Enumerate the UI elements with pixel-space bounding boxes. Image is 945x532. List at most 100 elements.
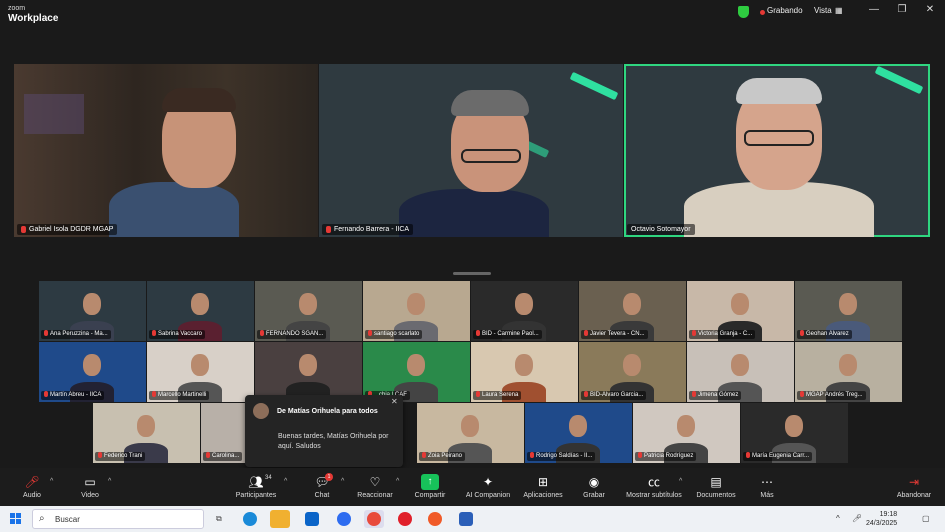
chat-message: Buenas tardes, Matías Orihuela por aquí.… [278,433,389,450]
chrome-icon[interactable] [364,510,384,528]
file-explorer-icon[interactable] [270,510,290,528]
mic-muted-icon [260,330,264,337]
outlook-icon[interactable] [302,510,322,528]
taskbar-search-input[interactable]: ⌕ Buscar [32,509,204,529]
brave-icon[interactable] [425,510,445,528]
participant-tile[interactable]: Rodrigo Saldías - II... [525,403,632,463]
mic-muted-icon [800,391,804,398]
participant-tile[interactable]: Marcello Martinelli [147,342,254,402]
participant-tile[interactable]: Patricia Rodríguez [633,403,740,463]
taskbar-clock[interactable]: 19:18 24/3/2025 [866,510,897,528]
leave-button[interactable]: ⇥ Abandonar [893,468,935,506]
participant-tile[interactable]: Jimena Gómez [687,342,794,402]
restore-icon[interactable]: ❐ [894,4,910,15]
participant-tile[interactable]: Zoia Peirano [417,403,524,463]
mic-muted-icon [692,330,696,337]
participant-tile[interactable]: ...chia | CAF [363,342,470,402]
notification-icon[interactable]: ▢ [922,514,930,523]
windows-start-icon[interactable] [10,513,22,525]
mic-muted-icon [326,225,331,233]
participants-button[interactable]: 👥︎ Participantes [232,468,280,506]
participant-tile[interactable]: MGAP Andrés Treg... [795,342,902,402]
microphone-icon[interactable]: 🎤︎ [852,514,862,523]
participant-tile[interactable]: BID-Alvaro Garcia... [579,342,686,402]
mic-muted-icon [422,452,426,459]
speaker-tile-2[interactable]: Fernando Barrera - IICA [319,64,623,237]
speaker-body [399,189,549,237]
react-button[interactable]: ♡ Reaccionar [355,468,395,506]
record-icon: ◉ [588,475,600,489]
camera-icon: ▭ [84,475,96,489]
word-icon[interactable] [456,510,476,528]
chevron-up-icon[interactable]: ^ [50,478,53,485]
background-stripe [874,65,924,95]
share-arrow-icon: ↑ [421,474,439,490]
windows-taskbar: ⌕ Buscar ⧉ ^ 🎤︎ 19:18 24/3/2025 ▢ [0,506,945,532]
chevron-up-icon[interactable]: ^ [341,478,344,485]
chevron-up-icon[interactable]: ^ [284,478,287,485]
mic-muted-icon [152,391,156,398]
leave-icon: ⇥ [908,475,920,489]
search-icon: ⌕ [39,513,45,524]
view-button[interactable]: Vista [814,6,832,15]
speaker-body [109,182,239,237]
recording-label[interactable]: Grabando [767,6,803,15]
record-button[interactable]: ◉ Grabar [578,468,610,506]
participant-tile[interactable]: FERNANDO SGAN... [255,281,362,341]
participant-tile[interactable]: Javier Tevera - CN... [579,281,686,341]
glasses-icon [461,149,521,163]
participant-tile[interactable]: santiago scarlato [363,281,470,341]
zoom-app-icon[interactable] [334,510,354,528]
close-icon[interactable]: ✕ [922,4,938,15]
more-button[interactable]: ⋯ Más [752,468,782,506]
zoom-logo: zoom Workplace [8,4,58,24]
participants-icon: 👥︎ [248,475,264,489]
mic-muted-icon [584,330,588,337]
speaker-tile-1[interactable]: Gabriel Isola DGDR MGAP [14,64,318,237]
opera-icon[interactable] [395,510,415,528]
chat-notification-popup[interactable]: De Matías Orihuela para todos Buenas tar… [245,395,403,467]
minimize-icon[interactable]: — [866,4,882,15]
chevron-up-icon[interactable]: ^ [396,478,399,485]
video-button[interactable]: ▭ Video [72,468,108,506]
mic-muted-icon: 🎤︎ [24,475,40,489]
chevron-up-icon[interactable]: ^ [836,514,840,523]
task-view-icon[interactable]: ⧉ [216,514,222,524]
speaker-tile-3-active[interactable]: Octavio Sotomayor [624,64,930,237]
mic-muted-icon [584,391,588,398]
share-button[interactable]: ↑ Compartir [411,468,449,506]
shelf-books [24,94,84,134]
close-icon[interactable]: ✕ [391,397,398,406]
speaker-name-tag: Octavio Sotomayor [627,224,695,235]
participants-count: 34 [265,475,272,481]
participant-tile[interactable]: Laura Serena [471,342,578,402]
participant-tile[interactable]: María Eugenia Carr... [741,403,848,463]
participant-tile[interactable] [255,342,362,402]
mic-muted-icon [476,330,480,337]
mic-muted-icon [800,330,804,337]
ai-companion-button[interactable]: ✦ AI Companion [464,468,512,506]
mic-muted-icon [206,452,210,459]
participant-tile[interactable]: Carolina... [201,403,245,463]
apps-button[interactable]: ⊞ Aplicaciones [520,468,566,506]
chevron-up-icon[interactable]: ^ [108,478,111,485]
participant-tile[interactable]: Federico Trani [93,403,200,463]
edge-icon[interactable] [240,510,260,528]
participant-tile[interactable]: Victoria Granja - C... [687,281,794,341]
participant-tile[interactable]: Ana Peruzzina - Ma... [39,281,146,341]
mic-muted-icon [152,330,156,337]
audio-button[interactable]: 🎤︎ Audio [14,468,50,506]
documents-button[interactable]: ▤ Documentos [693,468,739,506]
chevron-up-icon[interactable]: ^ [679,478,682,485]
resize-divider-handle[interactable] [453,272,491,275]
participant-tile[interactable]: Geohan Alvarez [795,281,902,341]
apps-icon: ⊞ [537,475,549,489]
participant-tile[interactable]: Martín Abreu - IICA [39,342,146,402]
grid-view-icon[interactable]: ▦ [835,6,843,15]
participant-tile[interactable]: BID - Carmine Paol... [471,281,578,341]
security-shield-icon[interactable] [738,6,749,18]
subtitles-button[interactable]: ㏄ Mostrar subtítulos [622,468,686,506]
participant-tile[interactable]: Sabrina Vaccaro [147,281,254,341]
more-dots-icon: ⋯ [761,475,773,489]
chat-button[interactable]: 💬︎ Chat [306,468,338,506]
